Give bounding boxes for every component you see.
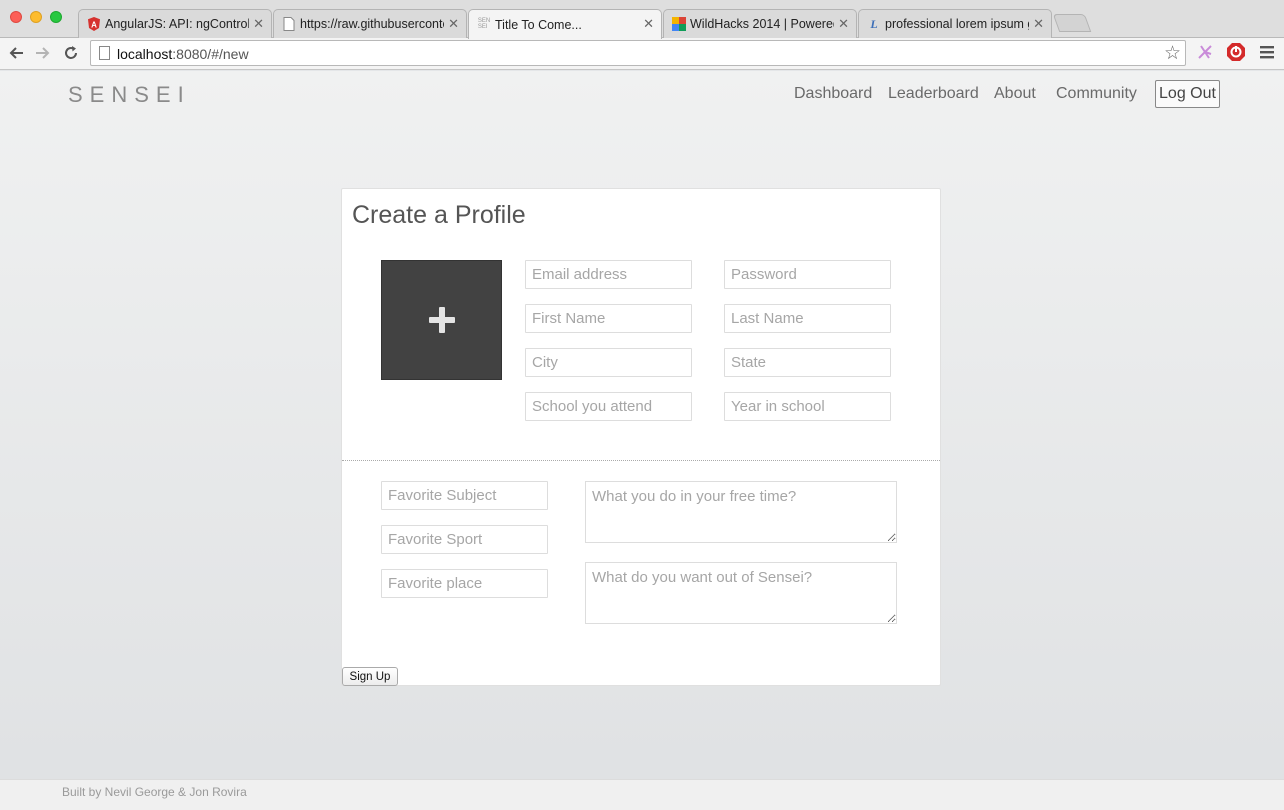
create-profile-card: Create a Profile Sign Up (341, 188, 941, 686)
tab-title: https://raw.githubusercontent.com (300, 17, 444, 31)
new-tab-button[interactable] (1052, 14, 1092, 32)
browser-tab-github-raw[interactable]: https://raw.githubusercontent.com ✕ (273, 9, 467, 38)
close-window-button[interactable] (10, 11, 22, 23)
nav-about[interactable]: About (994, 85, 1036, 103)
minimize-window-button[interactable] (30, 11, 42, 23)
school-field[interactable] (525, 392, 692, 421)
favorite-subject-field[interactable] (381, 481, 548, 510)
state-field[interactable] (724, 348, 891, 377)
city-field[interactable] (525, 348, 692, 377)
angularjs-icon: A (87, 17, 101, 31)
add-photo-button[interactable] (381, 260, 502, 380)
email-field[interactable] (525, 260, 692, 289)
password-field[interactable] (724, 260, 891, 289)
close-icon[interactable]: ✕ (643, 16, 654, 32)
tab-title: WildHacks 2014 | Powered (690, 17, 834, 31)
logout-button[interactable]: Log Out (1155, 80, 1220, 108)
footer: Built by Nevil George & Jon Rovira (0, 779, 1284, 810)
address-bar[interactable]: localhost:8080/#/new ☆ (90, 40, 1186, 66)
sensei-icon: SEN SEI (477, 18, 491, 30)
last-name-field[interactable] (724, 304, 891, 333)
close-icon[interactable]: ✕ (1033, 16, 1044, 32)
page-content: SENSEI Dashboard Leaderboard About Commu… (0, 71, 1284, 810)
footer-credits: Built by Nevil George & Jon Rovira (62, 785, 247, 799)
extension-icon[interactable] (1194, 41, 1216, 63)
tab-title: AngularJS: API: ngController (105, 17, 249, 31)
back-arrow-icon[interactable] (4, 41, 28, 65)
goals-textarea[interactable] (585, 562, 897, 624)
nav-dashboard[interactable]: Dashboard (794, 85, 872, 103)
url-text: localhost:8080/#/new (117, 46, 249, 62)
close-icon[interactable]: ✕ (838, 16, 849, 32)
close-icon[interactable]: ✕ (448, 16, 459, 32)
brand-logo[interactable]: SENSEI (68, 82, 191, 108)
browser-tab-angularjs[interactable]: A AngularJS: API: ngController ✕ (78, 9, 272, 38)
menu-icon[interactable] (1256, 41, 1278, 63)
maximize-window-button[interactable] (50, 11, 62, 23)
favorite-place-field[interactable] (381, 569, 548, 598)
browser-tab-lorem[interactable]: L professional lorem ipsum generator ✕ (858, 9, 1052, 38)
reload-icon[interactable] (59, 41, 83, 65)
section-divider (342, 460, 940, 461)
sign-up-button[interactable]: Sign Up (342, 667, 398, 686)
nav-leaderboard[interactable]: Leaderboard (888, 85, 979, 103)
forward-arrow-icon[interactable] (31, 41, 55, 65)
bookmark-star-icon[interactable]: ☆ (1164, 42, 1181, 65)
tab-title: professional lorem ipsum generator (885, 17, 1029, 31)
first-name-field[interactable] (525, 304, 692, 333)
lorem-icon: L (870, 16, 878, 31)
browser-tab-bar: A AngularJS: API: ngController ✕ https:/… (0, 0, 1284, 39)
wildhacks-icon (672, 17, 686, 31)
year-in-school-field[interactable] (724, 392, 891, 421)
plus-icon (427, 305, 457, 335)
page-icon (99, 46, 110, 60)
tab-title: Title To Come... (495, 17, 582, 32)
browser-toolbar: localhost:8080/#/new ☆ (0, 38, 1284, 70)
free-time-textarea[interactable] (585, 481, 897, 543)
page-title: Create a Profile (352, 201, 526, 229)
close-icon[interactable]: ✕ (253, 16, 264, 32)
adblock-icon[interactable] (1225, 41, 1247, 63)
favorite-sport-field[interactable] (381, 525, 548, 554)
nav-community[interactable]: Community (1056, 85, 1137, 103)
browser-tab-wildhacks[interactable]: WildHacks 2014 | Powered ✕ (663, 9, 857, 38)
browser-tab-active[interactable]: SEN SEI Title To Come... ✕ (468, 9, 662, 39)
page-icon (282, 17, 296, 31)
svg-text:A: A (91, 21, 97, 30)
